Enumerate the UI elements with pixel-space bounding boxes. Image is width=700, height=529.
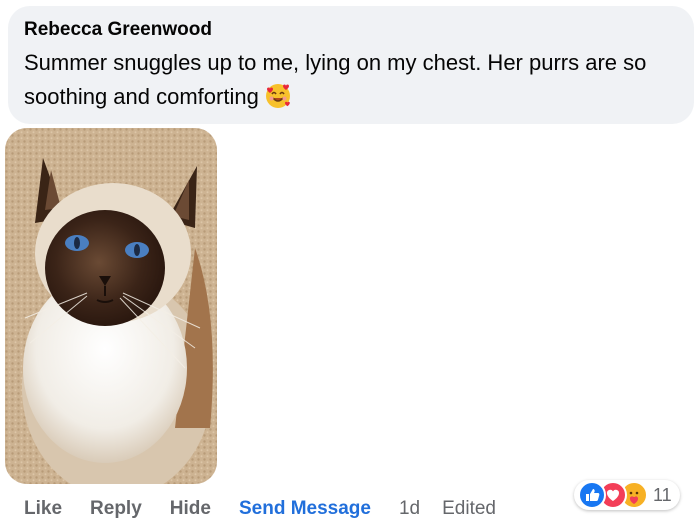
reply-button[interactable]: Reply bbox=[90, 498, 142, 520]
smiling-face-with-hearts-icon bbox=[265, 83, 291, 109]
comment-author[interactable]: Rebecca Greenwood bbox=[24, 18, 678, 42]
reaction-count: 11 bbox=[653, 484, 672, 505]
reactions-summary[interactable]: 11 bbox=[574, 480, 680, 510]
comment-text-wrap: Summer snuggles up to me, lying on my ch… bbox=[24, 46, 684, 114]
comment-bubble: Rebecca Greenwood Summer snuggles up to … bbox=[8, 6, 694, 124]
send-message-button[interactable]: Send Message bbox=[239, 498, 371, 520]
cat-photo[interactable] bbox=[5, 128, 217, 484]
hide-button[interactable]: Hide bbox=[170, 498, 211, 520]
edited-label: Edited bbox=[442, 498, 496, 519]
comment-timestamp[interactable]: 1d bbox=[399, 498, 420, 520]
like-icon bbox=[578, 481, 606, 509]
like-button[interactable]: Like bbox=[24, 498, 62, 520]
comment-text: Summer snuggles up to me, lying on my ch… bbox=[24, 50, 647, 109]
comment-actions: Like Reply Hide Send Message 1d Edited bbox=[24, 496, 496, 522]
